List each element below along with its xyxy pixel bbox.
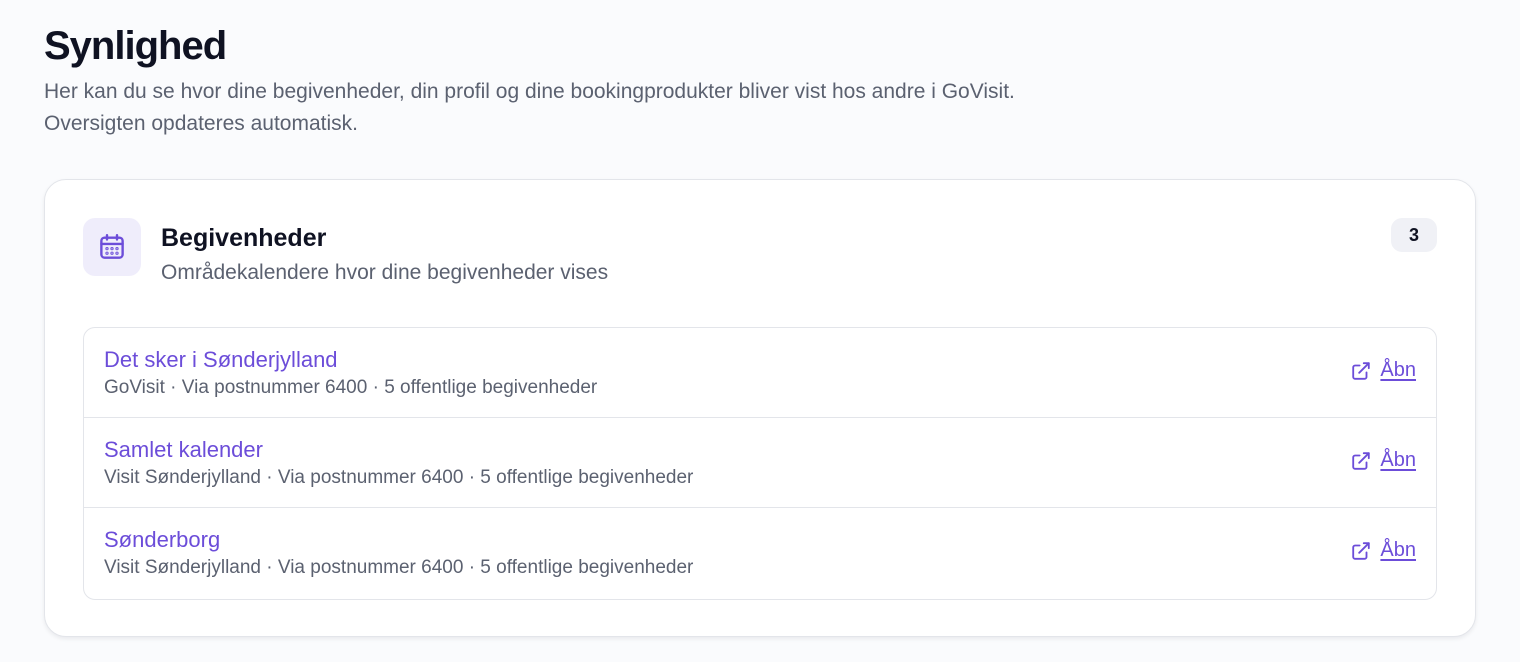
calendar-name-link[interactable]: Sønderborg	[104, 526, 220, 554]
events-card: Begivenheder Områdekalendere hvor dine b…	[44, 179, 1476, 637]
calendar-name-link[interactable]: Det sker i Sønderjylland	[104, 346, 338, 374]
count-badge: 3	[1391, 218, 1437, 252]
open-button[interactable]: Åbn	[1350, 359, 1416, 382]
open-label: Åbn	[1380, 449, 1416, 471]
calendar-meta: GoVisit · Via postnummer 6400 · 5 offent…	[104, 377, 598, 398]
external-link-icon	[1352, 451, 1371, 470]
list-item: Det sker i Sønderjylland GoVisit · Via p…	[84, 328, 1436, 418]
list-item: Samlet kalender Visit Sønderjylland · Vi…	[84, 418, 1436, 508]
open-label: Åbn	[1380, 539, 1416, 561]
calendar-meta: Visit Sønderjylland · Via postnummer 640…	[104, 467, 694, 488]
page-title: Synlighed	[44, 24, 227, 68]
open-label: Åbn	[1380, 359, 1416, 381]
page-description: Her kan du se hvor dine begivenheder, di…	[44, 80, 1015, 135]
calendar-icon	[100, 233, 124, 259]
open-button[interactable]: Åbn	[1350, 449, 1416, 472]
external-link-icon	[1352, 541, 1371, 560]
card-title: Begivenheder	[161, 224, 327, 252]
calendar-name-link[interactable]: Samlet kalender	[104, 436, 263, 464]
external-link-icon	[1352, 361, 1371, 380]
calendar-meta: Visit Sønderjylland · Via postnummer 640…	[104, 557, 694, 578]
visibility-page: Synlighed Her kan du se hvor dine begive…	[0, 0, 1520, 662]
calendar-list: Det sker i Sønderjylland GoVisit · Via p…	[83, 327, 1437, 600]
card-subtitle: Områdekalendere hvor dine begivenheder v…	[161, 261, 609, 284]
events-icon-tile	[83, 218, 141, 276]
open-button[interactable]: Åbn	[1350, 539, 1416, 562]
list-item: Sønderborg Visit Sønderjylland · Via pos…	[84, 508, 1436, 599]
